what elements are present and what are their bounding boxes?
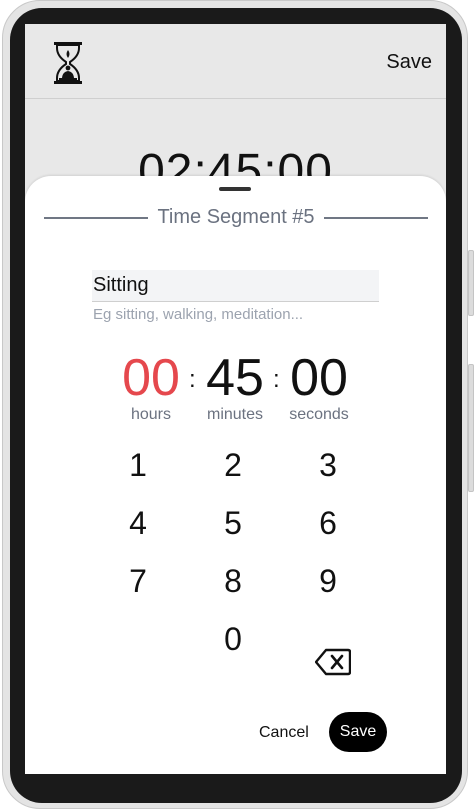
- app-header: Save: [25, 24, 446, 99]
- hours-segment[interactable]: 00 hours: [109, 352, 193, 424]
- key-2[interactable]: 2: [193, 440, 273, 490]
- sheet-title-row: Time Segment #5: [44, 206, 428, 230]
- save-segment-button[interactable]: Save: [329, 712, 387, 752]
- key-0[interactable]: 0: [193, 614, 273, 664]
- hourglass-meditation-icon: [54, 42, 82, 84]
- time-segment-sheet: Time Segment #5 Eg sitting, walking, med…: [25, 176, 446, 774]
- phone-side-button-volume: [468, 364, 474, 492]
- backspace-icon[interactable]: [315, 648, 351, 676]
- key-6[interactable]: 6: [288, 498, 368, 548]
- key-1[interactable]: 1: [98, 440, 178, 490]
- key-3[interactable]: 3: [288, 440, 368, 490]
- phone-bottom-bezel: [25, 774, 446, 794]
- activity-name-input[interactable]: [92, 270, 379, 302]
- time-input-display: 00 hours : 45 minutes : 00 seconds: [25, 352, 446, 432]
- key-5[interactable]: 5: [193, 498, 273, 548]
- minutes-segment[interactable]: 45 minutes: [193, 352, 277, 424]
- minutes-label: minutes: [206, 406, 264, 423]
- seconds-segment[interactable]: 00 seconds: [277, 352, 361, 424]
- key-9[interactable]: 9: [288, 556, 368, 606]
- hours-value: 00: [122, 349, 180, 407]
- hours-label: hours: [130, 406, 172, 423]
- activity-helper-text: Eg sitting, walking, meditation...: [93, 306, 304, 323]
- device-frame: Save 02:45:00 Time Segment #5 Eg sitting…: [0, 0, 474, 811]
- key-7[interactable]: 7: [98, 556, 178, 606]
- minutes-value: 45: [206, 349, 264, 407]
- phone-side-button-power: [468, 250, 474, 316]
- title-divider-right: [324, 217, 428, 219]
- header-save-button[interactable]: Save: [386, 51, 432, 74]
- cancel-button[interactable]: Cancel: [259, 724, 309, 742]
- key-8[interactable]: 8: [193, 556, 273, 606]
- key-4[interactable]: 4: [98, 498, 178, 548]
- sheet-drag-handle[interactable]: [219, 187, 251, 191]
- seconds-label: seconds: [289, 406, 349, 423]
- seconds-value: 00: [290, 349, 348, 407]
- app-screen: Save 02:45:00 Time Segment #5 Eg sitting…: [25, 24, 446, 774]
